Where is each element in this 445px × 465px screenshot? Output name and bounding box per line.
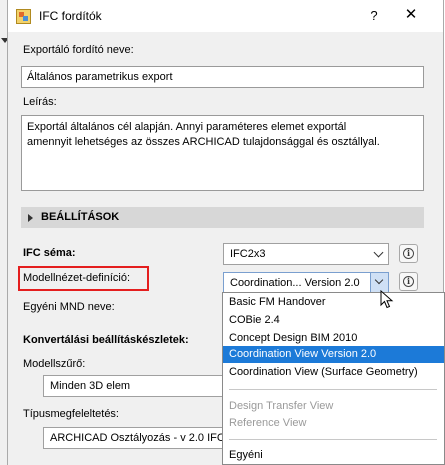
model-filter-select[interactable]: Minden 3D elem xyxy=(43,375,233,397)
mvd-option-custom[interactable]: Egyéni xyxy=(223,447,444,464)
chevron-down-icon xyxy=(373,247,384,258)
app-icon xyxy=(16,9,31,24)
info-icon: i xyxy=(403,248,414,259)
mvd-option-coordination-view-surface[interactable]: Coordination View (Surface Geometry) xyxy=(223,364,444,381)
help-button[interactable]: ? xyxy=(364,6,384,26)
outer-panel-strip xyxy=(0,0,7,465)
close-button[interactable]: ✕ xyxy=(399,5,423,25)
mvd-option-reference-view: Reference View xyxy=(229,417,307,429)
translator-name-label: Exportáló fordító neve: xyxy=(23,44,134,56)
mvd-label: Modellnézet-definíció: xyxy=(23,272,131,284)
mvd-value: Coordination... Version 2.0 xyxy=(230,277,360,289)
description-line-2: amennyit lehetséges az összes ARCHICAD t… xyxy=(27,136,380,148)
model-filter-label: Modellszűrő: xyxy=(23,358,86,370)
mvd-dropdown-list: Basic FM Handover COBie 2.4 Concept Desi… xyxy=(222,292,445,465)
ifc-schema-info-button[interactable]: i xyxy=(399,244,418,263)
dropdown-separator xyxy=(229,439,437,440)
mvd-option-concept-design[interactable]: Concept Design BIM 2010 xyxy=(223,330,444,347)
mvd-option-coordination-view-2[interactable]: Coordination View Version 2.0 xyxy=(223,346,444,363)
conversion-presets-label: Konvertálási beállításkészletek: xyxy=(23,334,189,346)
type-mapping-label: Típusmegfeleltetés: xyxy=(23,408,119,420)
mvd-info-button[interactable]: i xyxy=(399,272,418,291)
translator-name-input[interactable]: Általános parametrikus export xyxy=(21,66,424,88)
title-bar: IFC fordítók ? ✕ xyxy=(8,0,443,32)
description-label: Leírás: xyxy=(23,96,57,108)
settings-section-header[interactable]: BEÁLLÍTÁSOK xyxy=(21,207,424,228)
dropdown-separator xyxy=(229,389,437,390)
description-line-1: Exportál általános cél alapján. Annyi pa… xyxy=(27,121,347,133)
description-textarea[interactable]: Exportál általános cél alapján. Annyi pa… xyxy=(21,115,424,191)
expand-arrow-icon xyxy=(28,214,33,222)
mvd-option-basic-fm-handover[interactable]: Basic FM Handover xyxy=(223,294,444,311)
mvd-select[interactable]: Coordination... Version 2.0 xyxy=(223,272,389,293)
ifc-schema-value: IFC2x3 xyxy=(230,248,266,260)
window-title: IFC fordítók xyxy=(39,9,102,23)
ifc-schema-label: IFC séma: xyxy=(23,247,76,259)
info-icon: i xyxy=(403,276,414,287)
settings-section-title: BEÁLLÍTÁSOK xyxy=(41,211,120,223)
custom-mvd-label: Egyéni MND neve: xyxy=(23,301,115,313)
chevron-down-icon xyxy=(374,275,384,285)
type-mapping-select[interactable]: ARCHICAD Osztályozás - v 2.0 IFC2 xyxy=(43,427,233,449)
mvd-option-cobie[interactable]: COBie 2.4 xyxy=(223,312,444,329)
mvd-option-design-transfer-view: Design Transfer View xyxy=(229,400,334,412)
ifc-schema-select[interactable]: IFC2x3 xyxy=(223,243,389,265)
mouse-cursor-icon xyxy=(380,290,394,309)
